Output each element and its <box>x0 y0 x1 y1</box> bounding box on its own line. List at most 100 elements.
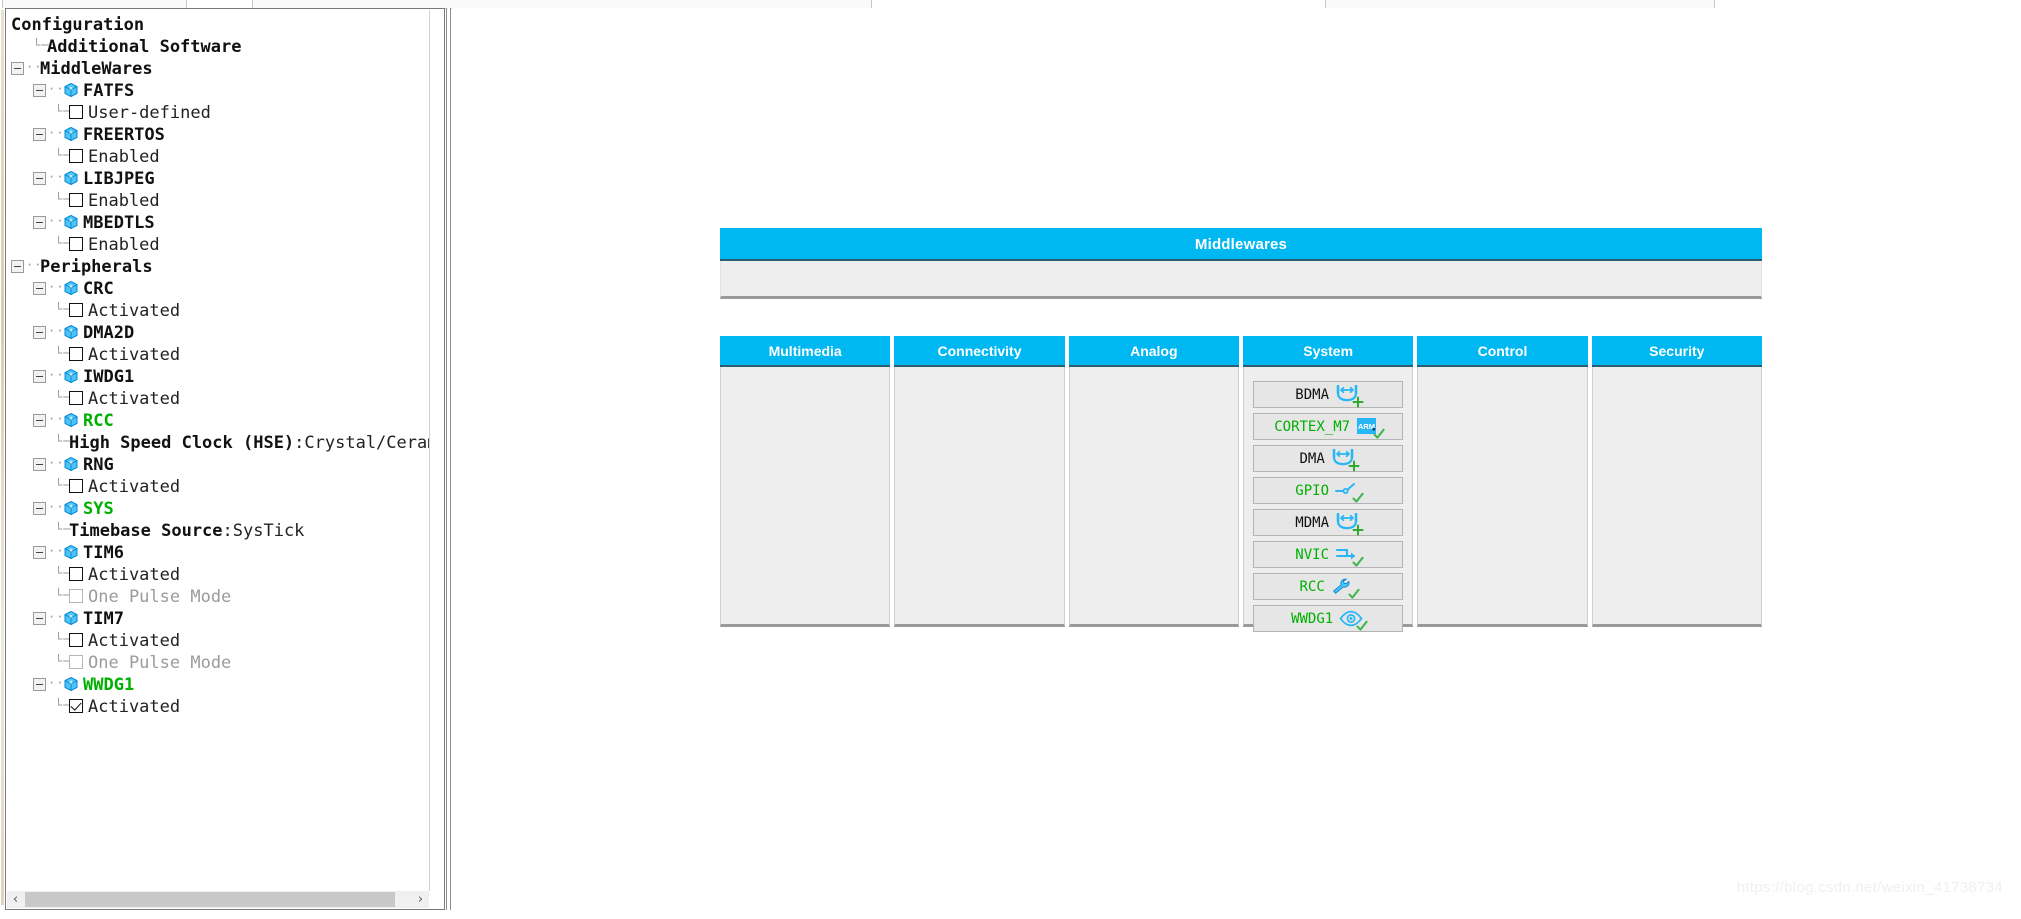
checkbox-activated[interactable] <box>69 699 83 713</box>
tree-connector: └─ <box>55 654 72 668</box>
peripheral-cube-icon <box>63 82 79 98</box>
tree-node-activated[interactable]: └─ Activated <box>7 564 429 586</box>
expander-collapse-icon[interactable] <box>33 215 46 229</box>
panel-splitter[interactable] <box>446 8 451 910</box>
tree-node-activated[interactable]: └─ Activated <box>7 476 429 498</box>
checkbox-activated[interactable] <box>69 479 83 493</box>
category-body-multimedia <box>720 367 891 627</box>
horizontal-scroll-thumb[interactable] <box>25 892 395 907</box>
tree-node-enabled[interactable]: └─ Enabled <box>7 190 429 212</box>
tree-node-configuration[interactable]: Configuration <box>7 14 429 36</box>
tree-node-dma2d[interactable]: ·· DMA2D <box>7 322 429 344</box>
checkbox-enabled[interactable] <box>69 237 83 251</box>
tree-node-tim6[interactable]: ·· TIM6 <box>7 542 429 564</box>
tree-node-libjpeg[interactable]: ·· LIBJPEG <box>7 168 429 190</box>
tree-node-fatfs[interactable]: ·· FATFS <box>7 80 429 102</box>
tree-node-activated[interactable]: └─ Activated <box>7 300 429 322</box>
checkbox-activated[interactable] <box>69 391 83 405</box>
scroll-right-arrow-icon[interactable]: › <box>412 891 429 908</box>
peripheral-button-cortex_m7[interactable]: CORTEX_M7 ARM <box>1252 413 1404 440</box>
category-column-analog: Analog <box>1068 336 1239 627</box>
dma-icon <box>1335 384 1364 408</box>
tree-node-peripherals[interactable]: ··Peripherals <box>7 256 429 278</box>
peripheral-button-nvic[interactable]: NVIC <box>1252 541 1404 568</box>
tree-node-middlewares[interactable]: ··MiddleWares <box>7 58 429 80</box>
tree-node-label: RCC <box>83 411 114 431</box>
checkbox-activated[interactable] <box>69 633 83 647</box>
tree-node-rcc[interactable]: ·· RCC <box>7 410 429 432</box>
expander-collapse-icon[interactable] <box>11 61 24 75</box>
tree-node-sys[interactable]: ·· SYS <box>7 498 429 520</box>
peripheral-button-dma[interactable]: DMA <box>1252 445 1404 472</box>
tree-node-activated[interactable]: └─ Activated <box>7 630 429 652</box>
tree-connector: ·· <box>48 676 65 690</box>
category-body-control <box>1417 367 1588 627</box>
expander-collapse-icon[interactable] <box>33 457 46 471</box>
expander-collapse-icon[interactable] <box>33 611 46 625</box>
expander-collapse-icon[interactable] <box>33 369 46 383</box>
expander-collapse-icon[interactable] <box>33 281 46 295</box>
checkbox-activated[interactable] <box>69 567 83 581</box>
tree-node-activated[interactable]: └─ Activated <box>7 344 429 366</box>
peripheral-button-wwdg1[interactable]: WWDG1 <box>1252 605 1404 632</box>
tree-node-label: Activated <box>88 345 181 365</box>
tree-node-enabled[interactable]: └─ Enabled <box>7 146 429 168</box>
peripheral-cube-icon <box>63 324 79 340</box>
expander-collapse-icon[interactable] <box>33 171 46 185</box>
tree-node-user-defined[interactable]: └─ User-defined <box>7 102 429 124</box>
tree-node-activated[interactable]: └─ Activated <box>7 696 429 718</box>
tree-node-tim7[interactable]: ·· TIM7 <box>7 608 429 630</box>
checkbox-user-defined[interactable] <box>69 105 83 119</box>
category-header-system[interactable]: System <box>1242 336 1414 367</box>
tree-node-high-speed-clock-hse[interactable]: └─High Speed Clock (HSE):Crystal/Ceramic… <box>7 432 429 454</box>
category-header-control[interactable]: Control <box>1417 336 1588 367</box>
category-column-connectivity: Connectivity <box>894 336 1065 627</box>
scroll-left-arrow-icon[interactable]: ‹ <box>7 891 24 908</box>
peripheral-button-bdma[interactable]: BDMA <box>1252 381 1404 408</box>
expander-collapse-icon[interactable] <box>33 545 46 559</box>
checkbox-activated[interactable] <box>69 303 83 317</box>
tree-node-activated[interactable]: └─ Activated <box>7 388 429 410</box>
tree-node-timebase-source[interactable]: └─Timebase Source:SysTick <box>7 520 429 542</box>
peripheral-button-rcc[interactable]: RCC <box>1252 573 1404 600</box>
expander-collapse-icon[interactable] <box>33 127 46 141</box>
category-header-security[interactable]: Security <box>1591 336 1762 367</box>
tree-horizontal-scrollbar[interactable]: ‹ › <box>7 891 429 908</box>
category-header-connectivity[interactable]: Connectivity <box>894 336 1065 367</box>
checkbox-enabled[interactable] <box>69 193 83 207</box>
tree-node-rng[interactable]: ·· RNG <box>7 454 429 476</box>
tree-node-label: DMA2D <box>83 323 135 343</box>
tree-connector: ·· <box>48 412 65 426</box>
tree-vertical-scrollbar[interactable] <box>429 10 443 891</box>
tree-node-additional-software[interactable]: └─Additional Software <box>7 36 429 58</box>
tree-node-label: LIBJPEG <box>83 169 155 189</box>
tree-node-one-pulse-mode[interactable]: └─ One Pulse Mode <box>7 586 429 608</box>
tree-node-wwdg1[interactable]: ·· WWDG1 <box>7 674 429 696</box>
tree-node-label: Activated <box>88 389 181 409</box>
peripheral-button-gpio[interactable]: GPIO <box>1252 477 1404 504</box>
tree-node-enabled[interactable]: └─ Enabled <box>7 234 429 256</box>
expander-collapse-icon[interactable] <box>33 413 46 427</box>
tree-node-iwdg1[interactable]: ·· IWDG1 <box>7 366 429 388</box>
tree-node-freertos[interactable]: ·· FREERTOS <box>7 124 429 146</box>
checkbox-activated[interactable] <box>69 347 83 361</box>
tree-scroll-area[interactable]: Configuration └─Additional Software ··Midd… <box>7 10 429 891</box>
tree-node-value: :Crystal/Ceramic Resona <box>294 433 429 453</box>
peripheral-cube-icon <box>63 500 79 516</box>
expander-collapse-icon[interactable] <box>33 83 46 97</box>
category-column-multimedia: Multimedia <box>720 336 891 627</box>
tree-connector: ·· <box>48 214 65 228</box>
peripheral-button-mdma[interactable]: MDMA <box>1252 509 1404 536</box>
category-header-analog[interactable]: Analog <box>1068 336 1239 367</box>
expander-collapse-icon[interactable] <box>33 325 46 339</box>
category-header-multimedia[interactable]: Multimedia <box>720 336 891 367</box>
expander-collapse-icon[interactable] <box>33 677 46 691</box>
expander-collapse-icon[interactable] <box>11 259 24 273</box>
peripheral-cube-icon <box>63 456 79 472</box>
tree-node-crc[interactable]: ·· CRC <box>7 278 429 300</box>
tree-node-one-pulse-mode[interactable]: └─ One Pulse Mode <box>7 652 429 674</box>
expander-collapse-icon[interactable] <box>33 501 46 515</box>
tree-node-mbedtls[interactable]: ·· MBEDTLS <box>7 212 429 234</box>
checkbox-enabled[interactable] <box>69 149 83 163</box>
peripheral-canvas: Middlewares Multimedia Connectivity Analog… <box>452 8 2021 919</box>
